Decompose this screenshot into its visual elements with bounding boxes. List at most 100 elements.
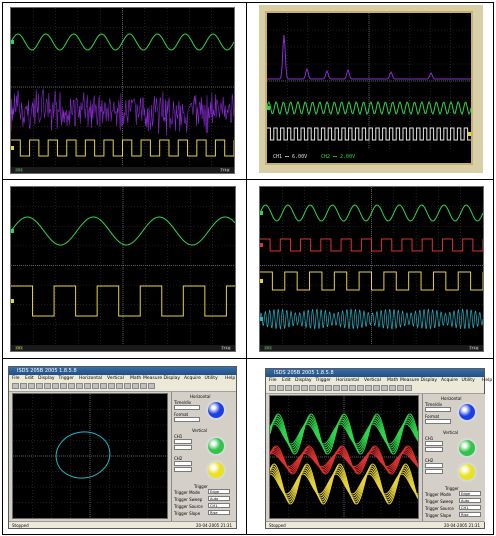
menu-item-horizontal[interactable]: Horizontal — [336, 378, 359, 383]
panel-select[interactable]: CH1 — [459, 505, 481, 510]
toolbar-button[interactable] — [389, 385, 396, 391]
toolbar-button[interactable] — [301, 385, 308, 391]
ch1-volts-knob[interactable] — [457, 438, 477, 458]
channel-marker — [260, 211, 263, 215]
toolbar-button[interactable] — [365, 385, 372, 391]
toolbar-button[interactable] — [381, 385, 388, 391]
scope-screen-2: CH1 ⎓ 6.00V CH2 ⎓ 2.00V — [265, 11, 473, 165]
menu-item-math[interactable]: Math — [130, 376, 141, 381]
menu-item-display[interactable]: Display — [295, 378, 312, 383]
panel-select[interactable] — [425, 463, 443, 468]
ch1-volts-knob[interactable] — [206, 436, 226, 456]
toolbar-button[interactable] — [140, 383, 147, 389]
panel-select[interactable] — [174, 467, 192, 472]
toolbar-button[interactable] — [277, 385, 284, 391]
menu-item-vertical[interactable]: Vertical — [364, 378, 381, 383]
toolbar-button[interactable] — [84, 383, 91, 389]
channel-marker — [267, 106, 270, 110]
menu-item-vertical[interactable]: Vertical — [107, 376, 124, 381]
toolbar-button[interactable] — [309, 385, 316, 391]
panel-select[interactable]: Rise — [459, 512, 481, 517]
menu-item-help[interactable]: Help — [482, 378, 492, 383]
toolbar-button[interactable] — [68, 383, 75, 389]
toolbar-button[interactable] — [36, 383, 43, 389]
horizontal-knob[interactable] — [206, 400, 226, 420]
graticule — [13, 394, 167, 518]
menu-item-trigger[interactable]: Trigger — [59, 376, 75, 381]
toolbar-button[interactable] — [269, 385, 276, 391]
toolbar-button[interactable] — [108, 383, 115, 389]
panel-label: Trigger — [194, 484, 208, 489]
ch2-volts-knob[interactable] — [457, 462, 477, 482]
panel-select[interactable] — [425, 469, 443, 474]
panel-select[interactable] — [174, 417, 200, 422]
menu-item-edit[interactable]: Edit — [282, 378, 291, 383]
toolbar-button[interactable] — [341, 385, 348, 391]
ch2-volts-knob[interactable] — [206, 460, 226, 480]
menu-item-acquire[interactable]: Acquire — [184, 376, 201, 381]
menu-item-measure[interactable]: Measure — [400, 378, 419, 383]
panel-select[interactable]: Edge — [208, 489, 230, 494]
panel-select[interactable] — [425, 447, 443, 452]
panel-select[interactable] — [174, 405, 200, 410]
panel-select[interactable]: Rise — [208, 510, 230, 515]
menu-item-utility[interactable]: Utility — [205, 376, 218, 381]
panel-label: Trigger Mode — [174, 490, 200, 495]
toolbar-button[interactable] — [12, 383, 19, 389]
toolbar-button[interactable] — [373, 385, 380, 391]
toolbar — [9, 382, 236, 392]
toolbar-button[interactable] — [357, 385, 364, 391]
ch2-readout: CH2 ⎓ 2.00V — [321, 154, 356, 160]
menu-item-file[interactable]: File — [12, 376, 20, 381]
menu-item-edit[interactable]: Edit — [25, 376, 34, 381]
scope-traces-6 — [270, 396, 418, 518]
toolbar-button[interactable] — [132, 383, 139, 389]
toolbar-button[interactable] — [124, 383, 131, 389]
status-text: Stopped — [269, 523, 286, 528]
panel-select[interactable] — [425, 419, 451, 424]
menu-item-file[interactable]: File — [269, 378, 277, 383]
toolbar-button[interactable] — [285, 385, 292, 391]
toolbar-button[interactable] — [116, 383, 123, 389]
toolbar-button[interactable] — [92, 383, 99, 389]
panel-select[interactable] — [174, 445, 192, 450]
panel-select[interactable]: Auto — [459, 498, 481, 503]
toolbar-button[interactable] — [100, 383, 107, 389]
toolbar-button[interactable] — [325, 385, 332, 391]
panel-select[interactable]: CH1 — [208, 503, 230, 508]
toolbar-button[interactable] — [76, 383, 83, 389]
toolbar-button[interactable] — [349, 385, 356, 391]
control-panel: Horizontal Time/div Format Vertical CH1 CH2 Tr… — [422, 394, 485, 522]
channel-badge: CH1 — [15, 168, 24, 172]
panel-select[interactable]: Edge — [459, 491, 481, 496]
menu-item-acquire[interactable]: Acquire — [441, 378, 458, 383]
panel-select[interactable] — [425, 407, 451, 412]
toolbar-button[interactable] — [28, 383, 35, 389]
toolbar-button[interactable] — [60, 383, 67, 389]
horizontal-knob[interactable] — [457, 402, 477, 422]
panel-select[interactable] — [174, 439, 192, 444]
panel-select[interactable]: Auto — [208, 496, 230, 501]
menu-item-measure[interactable]: Measure — [143, 376, 162, 381]
toolbar-button[interactable] — [293, 385, 300, 391]
toolbar-button[interactable] — [397, 385, 404, 391]
panel-label: Trigger — [445, 486, 459, 491]
panel-select[interactable] — [174, 461, 192, 466]
menu-item-horizontal[interactable]: Horizontal — [79, 376, 102, 381]
toolbar-button[interactable] — [52, 383, 59, 389]
menu-item-display[interactable]: Display — [164, 376, 181, 381]
channel-badge: CH1 — [15, 346, 24, 350]
menu-item-display[interactable]: Display — [421, 378, 438, 383]
menu-item-display[interactable]: Display — [38, 376, 55, 381]
toolbar-button[interactable] — [148, 383, 155, 389]
menu-item-trigger[interactable]: Trigger — [316, 378, 332, 383]
toolbar-button[interactable] — [44, 383, 51, 389]
toolbar-button[interactable] — [405, 385, 412, 391]
toolbar-button[interactable] — [333, 385, 340, 391]
panel-select[interactable] — [425, 441, 443, 446]
menu-item-utility[interactable]: Utility — [462, 378, 475, 383]
toolbar-button[interactable] — [20, 383, 27, 389]
toolbar-button[interactable] — [317, 385, 324, 391]
menu-item-help[interactable]: Help — [225, 376, 235, 381]
menu-item-math[interactable]: Math — [387, 378, 398, 383]
